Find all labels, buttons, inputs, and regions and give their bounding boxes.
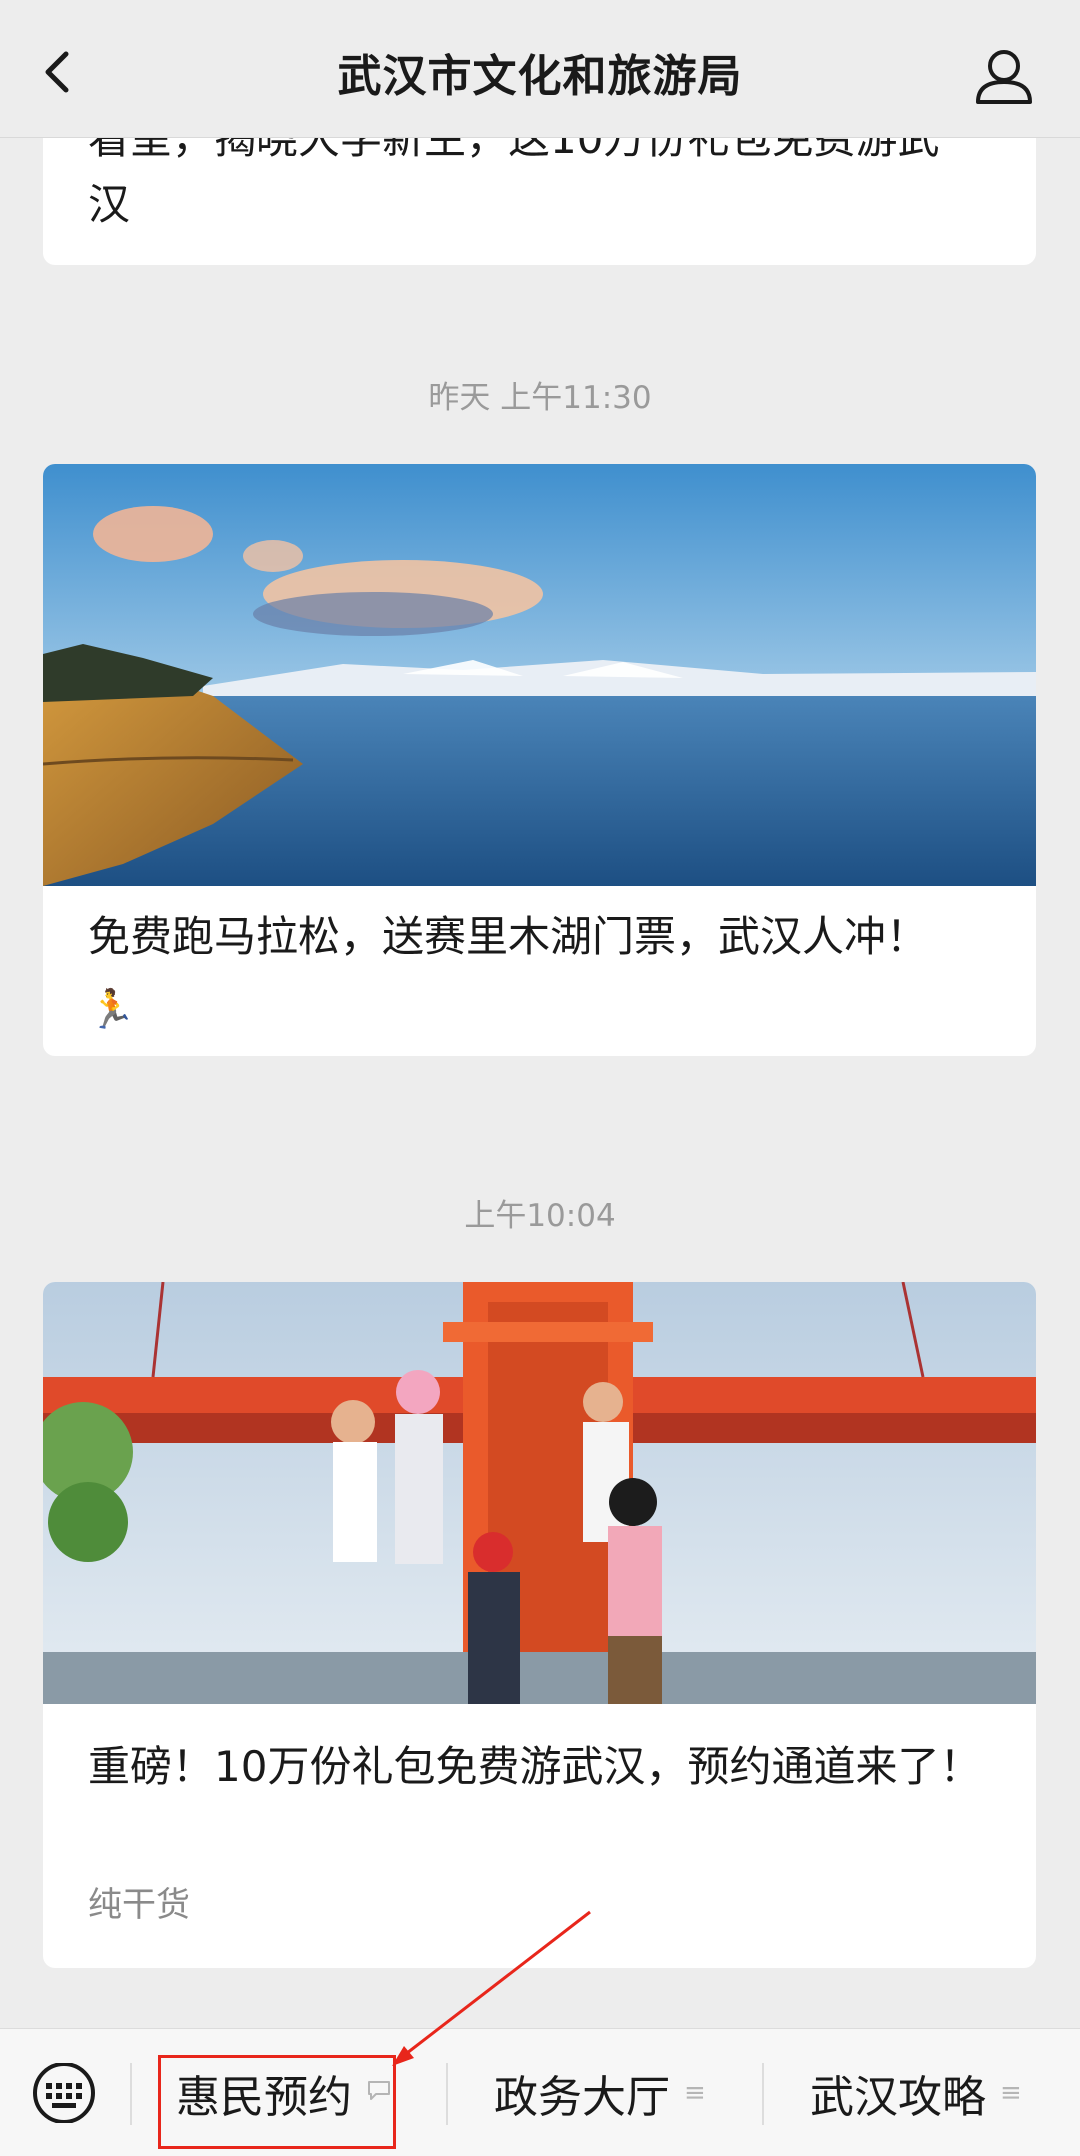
article-card-partial[interactable]: 看呈，揭晓大学新生，这10万份礼包免费游武 汉 xyxy=(43,138,1036,265)
menu-lines-icon: ≡ xyxy=(684,2078,706,2108)
article-card[interactable]: 免费跑马拉松，送赛里木湖门票，武汉人冲！ 🏃 xyxy=(43,464,1036,1056)
user-icon xyxy=(976,50,1032,104)
menu-item-label: 武汉攻略 xyxy=(810,2072,986,2123)
menu-item-wuhan-guide[interactable]: 武汉攻略 ≡ xyxy=(810,2057,1022,2129)
article-card[interactable]: 重磅！10万份礼包免费游武汉，预约通道来了！ 纯干货 xyxy=(43,1282,1036,1968)
speech-bubble-icon xyxy=(366,2078,392,2108)
menu-item-government-hall[interactable]: 政务大厅 ≡ xyxy=(494,2057,706,2129)
menu-lines-icon: ≡ xyxy=(1000,2078,1022,2108)
bottom-menu-bar: 惠民预约 政务大厅 ≡ 武汉攻略 ≡ xyxy=(0,2028,1080,2156)
article-cover-image xyxy=(43,464,1036,886)
menu-item-huimin-booking[interactable]: 惠民预约 xyxy=(176,2057,392,2129)
message-timestamp: 上午10:04 xyxy=(464,1198,616,1234)
menu-divider xyxy=(762,2063,764,2125)
menu-divider xyxy=(446,2063,448,2125)
menu-item-label: 惠民预约 xyxy=(176,2072,352,2123)
menu-divider xyxy=(130,2063,132,2125)
article-subtitle: 纯干货 xyxy=(88,1885,190,1925)
message-timestamp: 昨天 上午11:30 xyxy=(428,380,652,416)
article-cover-image xyxy=(43,1282,1036,1704)
profile-button[interactable] xyxy=(968,40,1040,112)
message-feed[interactable]: 看呈，揭晓大学新生，这10万份礼包免费游武 汉 昨天 上午11:30 免费跑马拉… xyxy=(0,138,1080,2028)
nav-header: 武汉市文化和旅游局 xyxy=(0,0,1080,138)
article-title: 免费跑马拉松，送赛里木湖门票，武汉人冲！ xyxy=(88,912,929,961)
keyboard-icon xyxy=(33,2062,95,2124)
keyboard-toggle-button[interactable] xyxy=(28,2062,100,2124)
page-title: 武汉市文化和旅游局 xyxy=(337,51,743,102)
article-title: 重磅！10万份礼包免费游武汉，预约通道来了！ xyxy=(88,1742,982,1791)
runner-emoji: 🏃 xyxy=(88,987,136,1031)
article-title-partial: 看呈，揭晓大学新生，这10万份礼包免费游武 汉 xyxy=(88,138,940,229)
menu-item-label: 政务大厅 xyxy=(494,2072,670,2123)
